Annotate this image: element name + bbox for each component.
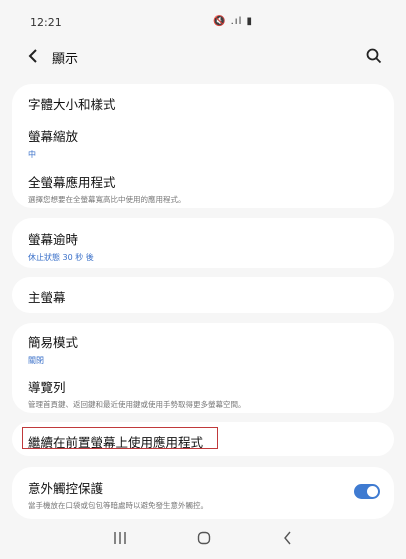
item-title: 螢幕縮放: [28, 129, 79, 144]
item-title: 全螢幕應用程式: [28, 175, 116, 190]
font-size-style-item[interactable]: 字體大小和樣式: [28, 94, 378, 113]
settings-card-timeout: 螢幕逾時 休止狀態 30 秒 後: [12, 218, 394, 268]
toggle-knob: [367, 486, 378, 497]
nav-back-button[interactable]: [276, 528, 300, 548]
easy-mode-item[interactable]: 簡易模式 關閉: [28, 332, 378, 366]
settings-card-easy: 簡易模式 關閉 導覽列 管理首頁鍵、返回鍵和最近使用鍵或使用手勢取得更多螢幕空間…: [12, 323, 394, 413]
recents-icon: [114, 532, 126, 544]
page-title: 顯示: [52, 52, 79, 67]
screen-timeout-item[interactable]: 螢幕逾時 休止狀態 30 秒 後: [28, 229, 378, 263]
item-title: 意外觸控保護: [28, 481, 104, 496]
navigation-bar: [0, 520, 406, 559]
item-description: 選擇您想要在全螢幕寬高比中使用的應用程式。: [28, 195, 186, 204]
item-description: 當手機放在口袋或包包等暗處時以避免發生意外觸控。: [28, 501, 208, 510]
status-icons: 🔇 .ıl ▮: [213, 16, 254, 27]
settings-card-font: 字體大小和樣式 螢幕縮放 中 全螢幕應用程式 選擇您想要在全螢幕寬高比中使用的應…: [12, 84, 394, 208]
item-value: 中: [28, 150, 36, 159]
item-title: 導覽列: [28, 380, 66, 395]
chevron-left-icon: [28, 49, 37, 63]
back-button[interactable]: [24, 46, 44, 66]
screen-zoom-item[interactable]: 螢幕縮放 中: [28, 126, 378, 160]
item-description: 管理首頁鍵、返回鍵和最近使用鍵或使用手勢取得更多螢幕空間。: [28, 400, 246, 409]
accidental-touch-toggle[interactable]: [354, 484, 380, 499]
highlight-box: [22, 427, 218, 449]
home-icon: [197, 531, 211, 545]
recents-button[interactable]: [108, 528, 132, 548]
fullscreen-apps-item[interactable]: 全螢幕應用程式 選擇您想要在全螢幕寬高比中使用的應用程式。: [28, 172, 378, 205]
item-title: 螢幕逾時: [28, 232, 79, 247]
back-icon: [284, 531, 291, 545]
home-button[interactable]: [192, 528, 216, 548]
item-title: 簡易模式: [28, 335, 79, 350]
navigation-bar-item[interactable]: 導覽列 管理首頁鍵、返回鍵和最近使用鍵或使用手勢取得更多螢幕空間。: [28, 377, 378, 410]
app-bar: 顯示: [0, 40, 406, 72]
item-value: 休止狀態 30 秒 後: [28, 253, 94, 262]
search-icon: [366, 48, 382, 64]
home-screen-item[interactable]: 主螢幕: [28, 287, 378, 306]
accidental-touch-item[interactable]: 意外觸控保護 當手機放在口袋或包包等暗處時以避免發生意外觸控。: [28, 478, 334, 511]
search-button[interactable]: [365, 47, 383, 65]
status-time: 12:21: [30, 16, 62, 29]
settings-card-touch: 意外觸控保護 當手機放在口袋或包包等暗處時以避免發生意外觸控。: [12, 467, 394, 519]
item-value: 關閉: [28, 356, 44, 365]
item-title: 字體大小和樣式: [28, 97, 116, 112]
item-title: 主螢幕: [28, 290, 66, 305]
settings-card-home: 主螢幕: [12, 277, 394, 313]
status-bar: 12:21 🔇 .ıl ▮: [0, 0, 406, 40]
